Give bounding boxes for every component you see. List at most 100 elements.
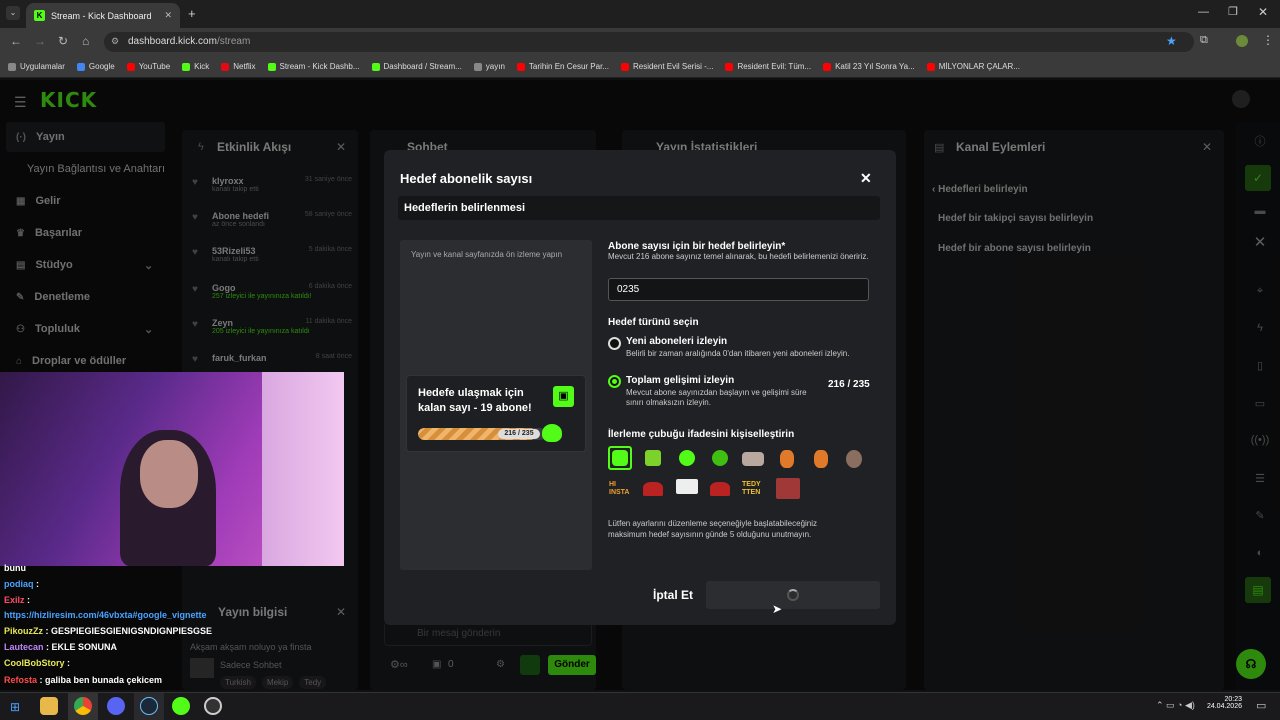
curtain — [262, 372, 344, 566]
cancel-button[interactable]: İptal Et — [653, 588, 693, 602]
goal-count-input[interactable]: 0235 — [608, 278, 869, 301]
chat-message: https://hizliresim.com/46vbxta#google_vi… — [4, 610, 207, 620]
restore-button[interactable]: ❐ — [1228, 5, 1238, 18]
chat-username[interactable]: podiaq — [4, 579, 34, 589]
kick-emote-2[interactable] — [645, 450, 661, 466]
profile-avatar[interactable] — [1236, 35, 1248, 47]
chrome-icon[interactable] — [74, 697, 92, 715]
chat-text: : — [24, 595, 31, 605]
chat-text: : galiba ben bunada çekicem — [37, 675, 163, 685]
bookmark-item[interactable]: Tarihin En Cesur Par... — [516, 62, 609, 71]
forward-icon[interactable]: → — [34, 34, 46, 48]
extensions-icon[interactable]: ⧉ — [1200, 34, 1208, 47]
chat-text: bunu — [4, 563, 26, 573]
bookmark-favicon-icon — [76, 62, 85, 71]
minimize-button[interactable]: — — [1198, 6, 1209, 18]
tab-close-icon[interactable]: ✕ — [164, 10, 172, 21]
bookmark-favicon-icon — [221, 62, 230, 71]
reload-icon[interactable]: ↻ — [58, 34, 68, 48]
system-tray-icons[interactable]: ⌃ ▭ ◔ ◀) — [1156, 700, 1195, 711]
face-emote-1[interactable] — [742, 452, 764, 466]
url-path: /stream — [216, 36, 251, 47]
kick-emote-3[interactable] — [679, 450, 695, 466]
obs-icon[interactable] — [204, 697, 222, 715]
chat-username[interactable]: Lautecan — [4, 642, 44, 652]
bookmark-favicon-icon — [823, 62, 832, 71]
chat-message: Refosta : galiba ben bunada çekicem — [4, 675, 162, 685]
car-emote-2[interactable] — [710, 482, 730, 496]
bookmark-favicon-icon — [182, 62, 191, 71]
option-total-radio[interactable] — [608, 375, 621, 388]
bookmark-item[interactable]: Uygulamalar — [8, 62, 65, 71]
tedy-emote[interactable]: TEDY TTEN — [742, 481, 766, 497]
streamer-face — [140, 440, 198, 508]
url-host: dashboard.kick.com — [128, 36, 217, 47]
kick-app-icon[interactable] — [172, 697, 190, 715]
bookmark-star-icon[interactable]: ★ — [1166, 34, 1177, 48]
window-close-button[interactable]: ✕ — [1258, 5, 1268, 19]
discord-icon[interactable] — [107, 697, 125, 715]
bookmarks-bar: Uygulamalar Google YouTube Kick Netflix Strea… — [0, 56, 1280, 78]
bookmark-item[interactable]: Katil 23 Yıl Sonra Ya... — [823, 62, 915, 71]
bookmark-item[interactable]: yayın — [473, 62, 505, 71]
bookmark-label: Tarihin En Cesur Par... — [528, 62, 609, 71]
bookmark-label: Dashboard / Stream... — [383, 62, 462, 71]
file-explorer-icon[interactable] — [40, 697, 58, 715]
kick-emote-1[interactable] — [612, 450, 628, 466]
kick-favicon-icon: K — [34, 10, 45, 21]
clock[interactable]: 20:23 24.04.2026 — [1204, 696, 1242, 710]
bookmark-label: yayın — [485, 62, 505, 71]
browser-tab[interactable]: K Stream - Kick Dashboard ✕ — [26, 3, 180, 28]
sign-emote[interactable] — [676, 479, 698, 494]
goal-field-help: Mevcut 216 abone sayınız temel alınarak,… — [608, 252, 869, 261]
gift-icon: ▣ — [553, 386, 574, 407]
home-icon[interactable]: ⌂ — [82, 34, 89, 48]
chat-username[interactable]: PikouzZz — [4, 626, 43, 636]
clock-time: 20:23 — [1224, 696, 1242, 703]
bookmark-favicon-icon — [926, 62, 935, 71]
kick-emote-4[interactable] — [712, 450, 728, 466]
photo-emote[interactable] — [776, 478, 800, 499]
chat-username[interactable]: Refosta — [4, 675, 37, 685]
bookmark-item[interactable]: Kick — [182, 62, 209, 71]
url-input[interactable]: dashboard.kick.com/stream — [104, 32, 1194, 52]
tab-title: Stream - Kick Dashboard — [51, 10, 152, 21]
option-total-desc: Mevcut abone sayınızdan başlayın ve geli… — [626, 388, 807, 407]
option-new-subs-radio[interactable] — [608, 337, 621, 350]
mouse-cursor-icon: ➤ — [772, 602, 783, 616]
figure-emote-2[interactable] — [814, 450, 828, 468]
bookmark-item[interactable]: Dashboard / Stream... — [371, 62, 462, 71]
back-icon[interactable]: ← — [10, 34, 22, 48]
option-new-subs-title: Yeni aboneleri izleyin — [626, 336, 728, 347]
bookmark-item[interactable]: Stream - Kick Dashb... — [267, 62, 360, 71]
bookmark-item[interactable]: Resident Evil: Tüm... — [725, 62, 811, 71]
site-info-icon[interactable]: ⚙ — [111, 36, 119, 47]
chat-username[interactable]: Exilz — [4, 595, 25, 605]
figure-emote-1[interactable] — [780, 450, 794, 468]
bookmark-item[interactable]: MİLYONLAR ÇALAR... — [926, 62, 1020, 71]
tab-search-button[interactable]: ⌄ — [6, 6, 20, 20]
goal-limit-note: Lütfen ayarlarını düzenleme seçeneğiyle … — [608, 519, 818, 539]
new-tab-button[interactable]: + — [188, 6, 196, 21]
chat-username[interactable]: CoolBobStory — [4, 658, 65, 668]
bookmark-label: Resident Evil: Tüm... — [737, 62, 812, 71]
browser-menu-icon[interactable]: ⋮ — [1262, 33, 1274, 47]
bookmark-item[interactable]: Resident Evil Serisi -... — [620, 62, 713, 71]
chat-message: PikouzZz : GESPIEGIESGIENIGSNDIGNPIESGSE — [4, 626, 212, 636]
widget-progress-label: 216 / 235 — [498, 429, 540, 439]
modal-close-icon[interactable]: ✕ — [860, 170, 872, 187]
steam-icon[interactable] — [140, 697, 158, 715]
chat-message: podiaq : — [4, 579, 39, 589]
bookmark-item[interactable]: Google — [76, 62, 115, 71]
hi-insta-emote[interactable]: HI INSTA — [609, 481, 631, 497]
windows-start-icon[interactable]: ⊞ — [10, 700, 20, 714]
bookmark-item[interactable]: Netflix — [221, 62, 256, 71]
bookmark-label: MİLYONLAR ÇALAR... — [938, 62, 1020, 71]
chat-message: CoolBobStory : — [4, 658, 70, 668]
bookmark-label: YouTube — [138, 62, 171, 71]
face-emote-2[interactable] — [846, 450, 862, 468]
car-emote-1[interactable] — [643, 482, 663, 496]
goal-type-label: Hedef türünü seçin — [608, 317, 699, 328]
bookmark-item[interactable]: YouTube — [126, 62, 171, 71]
notification-icon[interactable]: ▭ — [1256, 699, 1266, 712]
